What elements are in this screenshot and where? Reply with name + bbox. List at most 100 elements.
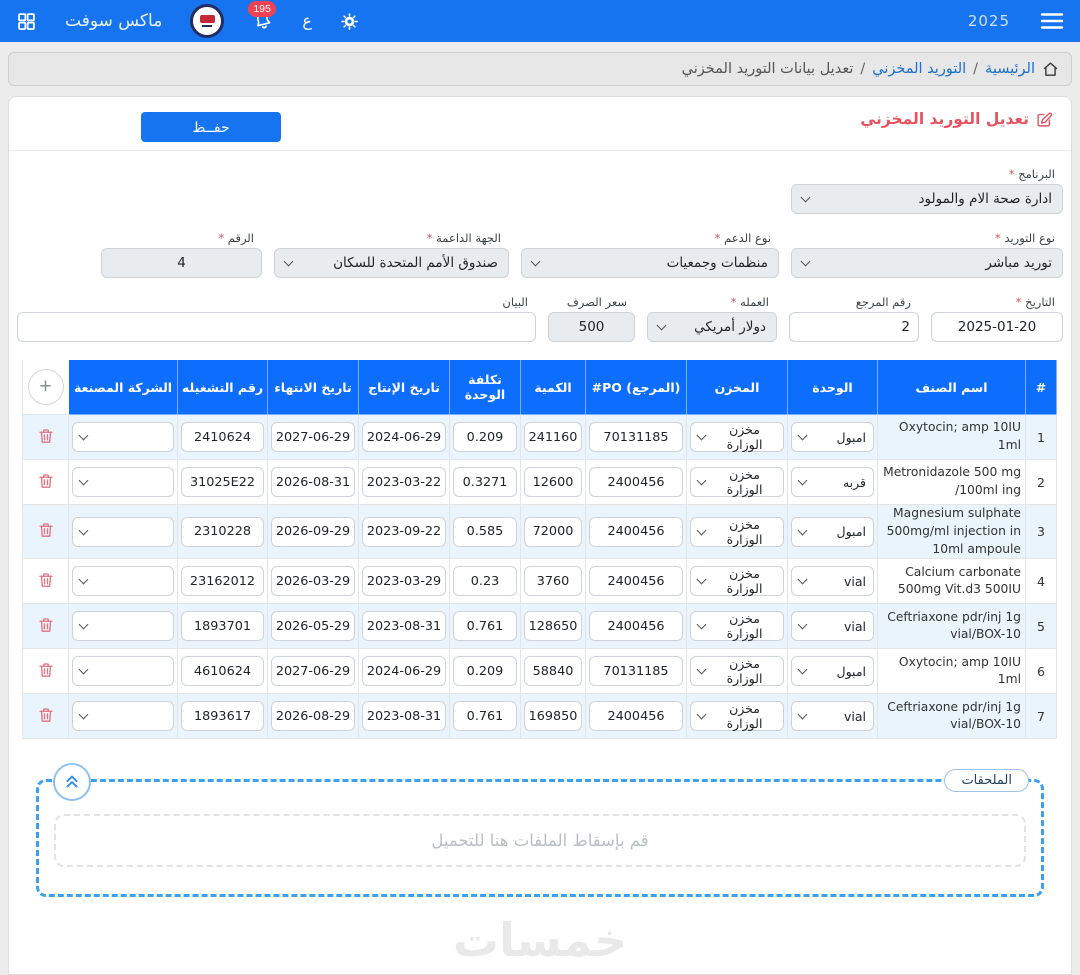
apps-grid-icon[interactable]	[16, 11, 37, 32]
manufacturer-select[interactable]	[72, 422, 174, 452]
batch-number-input[interactable]	[181, 701, 264, 732]
delete-row-button[interactable]	[35, 424, 57, 451]
quantity-input[interactable]	[524, 656, 582, 687]
warehouse-select[interactable]: مخزن الوزارة	[690, 656, 784, 687]
po-reference-input[interactable]	[589, 701, 683, 732]
quantity-input[interactable]	[524, 516, 582, 547]
unit-select[interactable]: vial	[791, 566, 874, 597]
po-reference-input[interactable]	[589, 566, 683, 597]
batch-number-input[interactable]	[181, 566, 264, 597]
quantity-input[interactable]	[524, 566, 582, 597]
production-date-input[interactable]	[362, 516, 446, 547]
delete-row-button[interactable]	[35, 703, 57, 730]
batch-number-input[interactable]	[181, 516, 264, 547]
batch-number-input[interactable]	[181, 467, 264, 497]
collapse-attachments-button[interactable]	[53, 763, 91, 802]
reference-number-input[interactable]	[789, 312, 919, 342]
expiry-date-input[interactable]	[271, 467, 355, 497]
breadcrumb-parent-link[interactable]: التوريد المخزني	[872, 61, 966, 77]
po-reference-input[interactable]	[589, 611, 683, 642]
warehouse-select[interactable]: مخزن الوزارة	[690, 701, 784, 732]
save-button[interactable]: حفــظ	[141, 112, 281, 142]
production-date-input[interactable]	[362, 422, 446, 452]
quantity-input[interactable]	[524, 701, 582, 732]
manufacturer-select[interactable]	[72, 656, 174, 687]
delete-row-button[interactable]	[35, 568, 57, 595]
app-logo[interactable]	[190, 4, 225, 38]
manufacturer-select[interactable]	[72, 701, 174, 732]
expiry-date-input[interactable]	[271, 656, 355, 687]
production-date-input[interactable]	[362, 656, 446, 687]
number-input[interactable]	[101, 248, 262, 278]
quantity-input[interactable]	[524, 467, 582, 497]
batch-number-input[interactable]	[181, 656, 264, 687]
program-select[interactable]: ادارة صحة الام والمولود	[791, 184, 1063, 214]
expiry-date-input[interactable]	[271, 516, 355, 547]
warehouse-select[interactable]: مخزن الوزارة	[690, 422, 784, 452]
statement-label: البيان	[502, 295, 528, 309]
warehouse-select[interactable]: مخزن الوزارة	[690, 611, 784, 642]
unit-cost-input[interactable]	[453, 566, 517, 597]
date-input[interactable]	[931, 312, 1063, 342]
warehouse-select[interactable]: مخزن الوزارة	[690, 516, 784, 547]
fiscal-year-label[interactable]: 2025	[968, 12, 1010, 30]
attachments-title: الملحقات	[944, 769, 1029, 793]
breadcrumb-home-link[interactable]: الرئيسية	[985, 61, 1035, 77]
batch-number-input[interactable]	[181, 611, 264, 642]
chevron-down-icon	[797, 710, 808, 720]
settings-gear-icon[interactable]	[340, 12, 359, 31]
delete-row-button[interactable]	[35, 658, 57, 685]
unit-cost-input[interactable]	[453, 467, 517, 497]
delete-row-button[interactable]	[35, 613, 57, 640]
po-reference-input[interactable]	[589, 656, 683, 687]
currency-select[interactable]: دولار أمريكي	[647, 312, 777, 342]
po-reference-input[interactable]	[589, 422, 683, 452]
delete-row-button[interactable]	[35, 469, 57, 496]
quantity-input[interactable]	[524, 611, 582, 642]
manufacturer-select[interactable]	[72, 516, 174, 547]
manufacturer-select[interactable]	[72, 467, 174, 497]
production-date-input[interactable]	[362, 701, 446, 732]
statement-input[interactable]	[17, 312, 536, 342]
production-date-input[interactable]	[362, 611, 446, 642]
unit-select[interactable]: vial	[791, 611, 874, 642]
production-date-input[interactable]	[362, 566, 446, 597]
add-row-button[interactable]: +	[27, 368, 64, 405]
expiry-date-input[interactable]	[271, 701, 355, 732]
unit-cost-input[interactable]	[453, 656, 517, 687]
chevron-down-icon	[78, 430, 89, 441]
unit-select[interactable]: vial	[791, 701, 874, 732]
po-reference-input[interactable]	[589, 467, 683, 497]
supply-type-select[interactable]: توريد مباشر	[791, 248, 1063, 278]
unit-select[interactable]: قربه	[791, 467, 874, 497]
manufacturer-select[interactable]	[72, 566, 174, 597]
donor-select[interactable]: صندوق الأمم المتحدة للسكان	[274, 248, 509, 278]
file-dropzone[interactable]: قم بإسقاط الملفات هنا للتحميل	[54, 814, 1026, 868]
unit-value: امبول	[836, 429, 866, 445]
unit-select[interactable]: امبول	[791, 422, 874, 452]
quantity-input[interactable]	[524, 422, 582, 452]
delete-row-button[interactable]	[35, 518, 57, 545]
unit-select[interactable]: امبول	[791, 656, 874, 687]
unit-cost-input[interactable]	[453, 611, 517, 642]
unit-cost-input[interactable]	[453, 701, 517, 732]
language-switch[interactable]: ع	[302, 11, 312, 31]
table-body: 1 Oxytocin; amp 10IU 1ml امبول مخزن الوز…	[22, 414, 1057, 740]
chevron-down-icon	[78, 525, 89, 536]
expiry-date-input[interactable]	[271, 422, 355, 452]
hamburger-menu-icon[interactable]	[1040, 12, 1064, 30]
expiry-date-input[interactable]	[271, 611, 355, 642]
exchange-rate-input[interactable]	[548, 312, 635, 342]
po-reference-input[interactable]	[589, 516, 683, 547]
unit-cost-input[interactable]	[453, 516, 517, 547]
warehouse-select[interactable]: مخزن الوزارة	[690, 566, 784, 597]
expiry-date-input[interactable]	[271, 566, 355, 597]
unit-select[interactable]: امبول	[791, 516, 874, 547]
unit-cost-input[interactable]	[453, 422, 517, 452]
batch-number-input[interactable]	[181, 422, 264, 452]
manufacturer-select[interactable]	[72, 611, 174, 642]
support-type-select[interactable]: منظمات وجمعيات	[521, 248, 779, 278]
warehouse-select[interactable]: مخزن الوزارة	[690, 467, 784, 497]
production-date-input[interactable]	[362, 467, 446, 497]
notifications-bell-icon[interactable]: 195	[248, 1, 276, 32]
